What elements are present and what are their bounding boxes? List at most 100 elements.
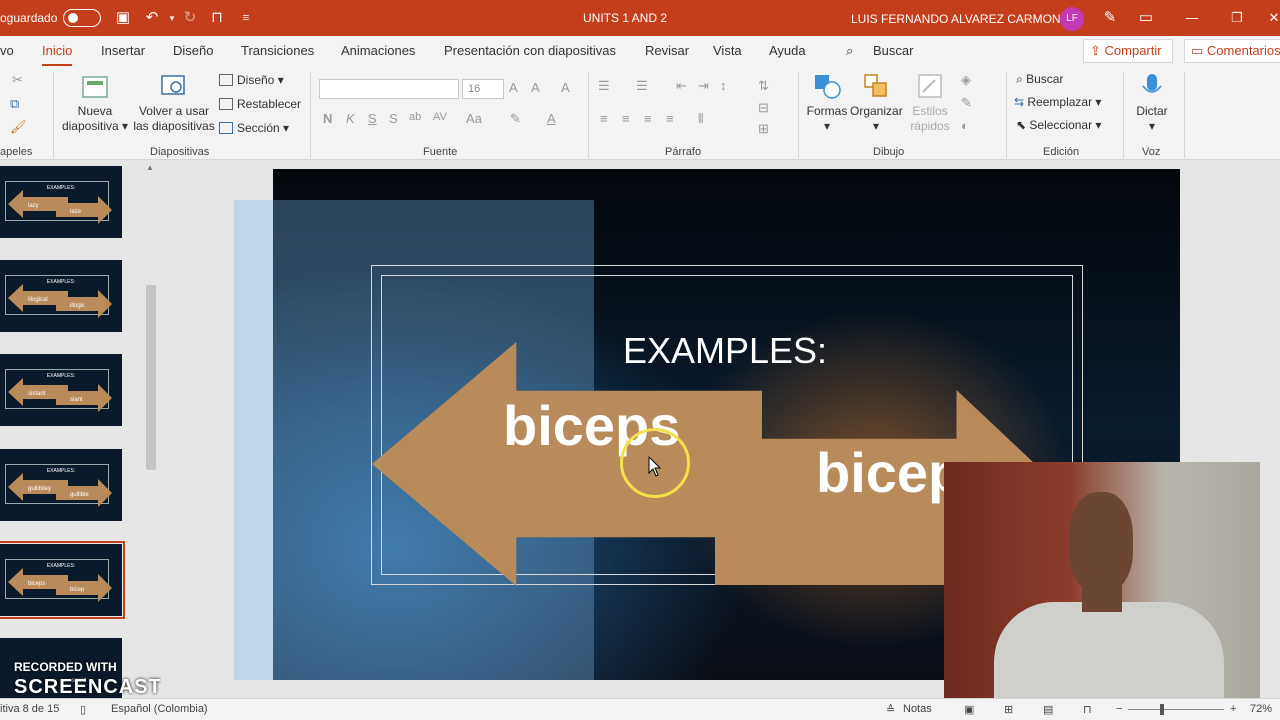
- normal-view-icon[interactable]: ▣: [964, 703, 974, 716]
- comments-button[interactable]: ▭ Comentarios: [1184, 39, 1280, 63]
- shape-outline-icon[interactable]: ✎: [961, 95, 972, 111]
- search-icon[interactable]: ⌕: [846, 43, 853, 59]
- tab-home[interactable]: Inicio: [42, 43, 73, 67]
- close-icon[interactable]: ✕: [1262, 8, 1280, 28]
- zoom-slider[interactable]: [1128, 709, 1224, 710]
- shape-effects-icon[interactable]: ◐: [961, 118, 969, 133]
- text-direction-icon[interactable]: ⇅: [758, 78, 769, 94]
- font-size-input[interactable]: 16: [462, 79, 504, 99]
- quick-styles-button[interactable]: Estilos rápidos: [903, 72, 957, 134]
- arrange-button[interactable]: Organizar ▾: [850, 72, 903, 134]
- font-color-icon[interactable]: A: [547, 111, 556, 126]
- grow-font-icon[interactable]: A: [509, 80, 518, 95]
- tab-file[interactable]: vo: [0, 43, 14, 58]
- reading-view-icon[interactable]: ▤: [1043, 703, 1053, 716]
- scroll-up-icon[interactable]: ▲: [146, 163, 154, 172]
- tab-transitions[interactable]: Transiciones: [241, 43, 314, 58]
- language-status[interactable]: Español (Colombia): [111, 703, 208, 715]
- decrease-indent-icon[interactable]: ⇤: [676, 78, 687, 94]
- avatar[interactable]: LF: [1060, 7, 1084, 31]
- quick-styles-label-1: Estilos: [912, 104, 948, 118]
- underline-icon[interactable]: S: [368, 111, 377, 126]
- tab-view[interactable]: Vista: [713, 43, 742, 58]
- thumb-title: EXAMPLES:: [46, 185, 76, 191]
- shrink-font-icon[interactable]: A: [531, 80, 540, 95]
- spacing-icon[interactable]: AV: [433, 111, 447, 123]
- dictate-button[interactable]: Dictar ▾: [1130, 72, 1174, 134]
- columns-icon[interactable]: ⫴: [698, 111, 703, 127]
- replace-button[interactable]: ⇆ Reemplazar ▾: [1014, 95, 1101, 109]
- change-case-icon[interactable]: Aa: [466, 111, 482, 126]
- justify-icon[interactable]: ≡: [666, 111, 674, 126]
- bullets-icon[interactable]: ☰: [598, 78, 610, 94]
- tab-design[interactable]: Diseño: [173, 43, 213, 58]
- find-button[interactable]: ⌕ Buscar: [1016, 72, 1063, 87]
- thumbnail-scrollbar[interactable]: ▲: [143, 163, 158, 703]
- status-bar: itiva 8 de 15 ▯ Español (Colombia) ≙ Not…: [0, 698, 1280, 720]
- slide-sorter-icon[interactable]: ⊞: [1004, 703, 1013, 716]
- align-center-icon[interactable]: ≡: [622, 111, 630, 126]
- scrollbar-thumb[interactable]: [146, 285, 156, 470]
- font-name-input[interactable]: [319, 79, 459, 99]
- share-button[interactable]: ⇪ Compartir: [1083, 39, 1173, 63]
- minimize-icon[interactable]: —: [1180, 8, 1204, 28]
- ribbon-display-icon[interactable]: ▭: [1136, 8, 1156, 28]
- reset-button[interactable]: Restablecer: [219, 97, 301, 111]
- shadow-icon[interactable]: S: [389, 111, 398, 126]
- align-right-icon[interactable]: ≡: [644, 111, 652, 126]
- line-spacing-icon[interactable]: ↕: [720, 78, 727, 93]
- slide-thumbnail-selected[interactable]: EXAMPLES: biceps bicep: [0, 541, 125, 619]
- format-painter-icon[interactable]: 🖌: [10, 119, 27, 135]
- increase-indent-icon[interactable]: ⇥: [698, 78, 709, 94]
- tab-animations[interactable]: Animaciones: [341, 43, 415, 58]
- layout-button[interactable]: Diseño ▾: [219, 73, 284, 87]
- notes-button[interactable]: Notas: [903, 703, 932, 715]
- zoom-out-icon[interactable]: −: [1116, 703, 1122, 715]
- copy-icon[interactable]: ⧉: [10, 96, 19, 112]
- layout-icon: [219, 74, 233, 86]
- right-arrow-word[interactable]: bicep: [816, 440, 962, 505]
- pen-icon[interactable]: ✎: [1100, 8, 1120, 28]
- comment-icon: ▭: [1191, 43, 1207, 58]
- slide-thumbnail[interactable]: EXAMPLES: sistant slant: [0, 354, 122, 426]
- arrange-icon: [864, 74, 887, 97]
- clear-format-icon[interactable]: A: [561, 80, 570, 95]
- align-text-icon[interactable]: ⊟: [758, 100, 769, 116]
- numbering-icon[interactable]: ☰: [636, 78, 648, 94]
- section-button[interactable]: Sección ▾: [219, 121, 289, 135]
- restore-icon[interactable]: ❐: [1225, 8, 1249, 28]
- title-bar: oguardado ▣ ↶ ▾ ↻ ⊓ ≡ UNITS 1 AND 2 LUIS…: [0, 0, 1280, 36]
- smartart-icon[interactable]: ⊞: [758, 121, 769, 137]
- slide-thumbnail[interactable]: EXAMPLES: lazy laze: [0, 166, 122, 238]
- dictate-label: Dictar: [1136, 104, 1168, 118]
- reuse-slides-button[interactable]: Volver a usar las diapositivas: [133, 72, 215, 134]
- slide-thumbnail[interactable]: EXAMPLES: gullibiley gullible: [0, 449, 122, 521]
- new-slide-button[interactable]: Nueva diapositiva ▾: [60, 72, 130, 134]
- tab-review[interactable]: Revisar: [645, 43, 689, 58]
- select-button[interactable]: ⬉ Seleccionar ▾: [1016, 118, 1101, 132]
- cut-icon[interactable]: ✂: [12, 72, 23, 88]
- zoom-in-icon[interactable]: +: [1230, 703, 1236, 715]
- accessibility-icon[interactable]: ▯: [80, 703, 86, 716]
- slideshow-view-icon[interactable]: ⊓: [1083, 703, 1092, 716]
- ribbon: ✂ ⧉ 🖌 apeles Nueva diapositiva ▾ Volver …: [0, 66, 1280, 160]
- select-label: Seleccionar: [1029, 118, 1093, 132]
- highlight-icon[interactable]: ✎: [510, 111, 521, 127]
- tab-insert[interactable]: Insertar: [101, 43, 145, 58]
- bold-icon[interactable]: N: [323, 111, 332, 126]
- search-label[interactable]: Buscar: [873, 43, 913, 58]
- shape-fill-icon[interactable]: ◈: [961, 72, 971, 88]
- zoom-level[interactable]: 72%: [1250, 703, 1272, 715]
- italic-icon[interactable]: K: [346, 111, 355, 126]
- presenter-head: [1069, 492, 1133, 592]
- shapes-button[interactable]: Formas ▾: [805, 72, 849, 134]
- slide-thumbnail[interactable]: EXAMPLES: illogical illogic: [0, 260, 122, 332]
- zoom-slider-knob[interactable]: [1160, 704, 1164, 715]
- align-left-icon[interactable]: ≡: [600, 111, 608, 126]
- tab-slideshow[interactable]: Presentación con diapositivas: [444, 43, 616, 58]
- strikethrough-icon[interactable]: ab: [409, 111, 421, 123]
- tab-help[interactable]: Ayuda: [769, 43, 806, 58]
- user-name[interactable]: LUIS FERNANDO ALVAREZ CARMONA: [851, 12, 1069, 26]
- notes-icon[interactable]: ≙: [886, 703, 895, 716]
- slide-title[interactable]: EXAMPLES:: [600, 330, 850, 372]
